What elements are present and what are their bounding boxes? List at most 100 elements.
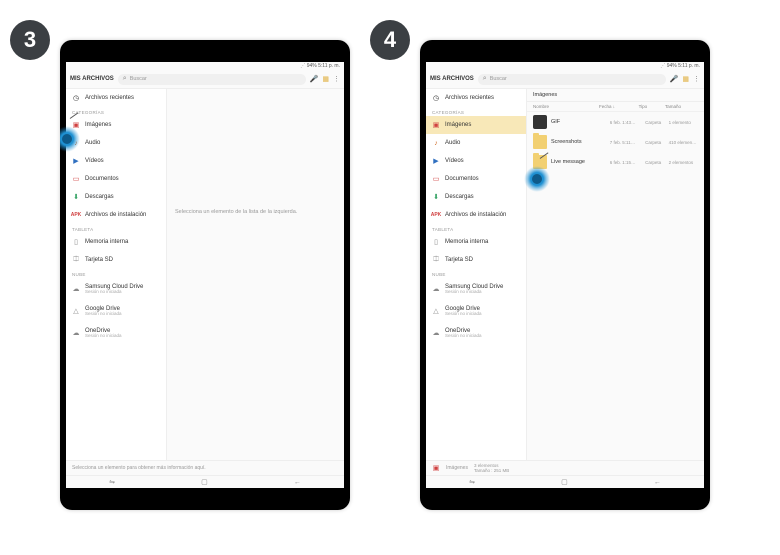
recents-nav-icon[interactable]: ⇋ <box>109 478 115 486</box>
sidebar-item-images[interactable]: ▣ Imágenes <box>426 116 526 134</box>
sidebar-item-google-drive[interactable]: △ Google Drive Sesión no iniciada <box>66 300 166 322</box>
sidebar-item-documents[interactable]: ▭ Documentos <box>66 170 166 188</box>
breadcrumb-label: Imágenes <box>533 92 557 98</box>
sidebar-item-downloads[interactable]: ⬇ Descargas <box>426 188 526 206</box>
row-name: Screenshots <box>551 139 610 145</box>
back-nav-icon[interactable]: ← <box>654 479 661 486</box>
sidebar-label: Documentos <box>445 176 479 182</box>
sidebar-item-videos[interactable]: ▶ Vídeos <box>426 152 526 170</box>
download-icon: ⬇ <box>432 193 440 201</box>
sidebar-item-samsung-cloud[interactable]: ☁ Samsung Cloud Drive Sesión no iniciada <box>426 278 526 300</box>
footer-text: Selecciona un elemento para obtener más … <box>72 465 206 471</box>
search-icon: ⌕ <box>483 75 487 83</box>
sidebar-sublabel: Sesión no iniciada <box>85 311 122 316</box>
clock-icon: ◷ <box>432 94 440 102</box>
apk-icon: APK <box>432 211 440 219</box>
sidebar-header-tablet: TABLETA <box>66 224 166 233</box>
image-icon: ▣ <box>432 121 440 129</box>
sidebar-label: Audio <box>445 140 460 146</box>
empty-state-text: Selecciona un elemento de la lista de la… <box>167 209 344 217</box>
sidebar-label: Descargas <box>445 194 474 200</box>
row-size: 1 elemento <box>669 120 698 125</box>
mic-icon[interactable]: 🎤 <box>310 75 319 83</box>
col-date[interactable]: Fecha ↓ <box>599 104 639 109</box>
sidebar-item-sd[interactable]: ⎅ Tarjeta SD <box>66 251 166 269</box>
folder-row-screenshots[interactable]: Screenshots 7 feb. 5:11… Carpeta 410 ele… <box>527 132 704 152</box>
footer-bar: Selecciona un elemento para obtener más … <box>66 460 344 475</box>
sidebar-label: Archivos de instalación <box>85 212 146 218</box>
sidebar-item-onedrive[interactable]: ☁ OneDrive Sesión no iniciada <box>66 322 166 344</box>
row-date: 7 feb. 5:11… <box>610 140 645 145</box>
back-nav-icon[interactable]: ← <box>294 479 301 486</box>
recents-nav-icon[interactable]: ⇋ <box>469 478 475 486</box>
app-title: MIS ARCHIVOS <box>430 76 474 82</box>
clock-label: 5:11 p. m. <box>318 63 340 69</box>
sidebar-item-google-drive[interactable]: △ Google Drive Sesión no iniciada <box>426 300 526 322</box>
breadcrumb: Imágenes <box>527 89 704 102</box>
col-name[interactable]: Nombre <box>533 104 599 109</box>
sd-icon: ⎅ <box>72 256 80 264</box>
video-icon: ▶ <box>72 157 80 165</box>
sidebar-item-recent[interactable]: ◷ Archivos recientes <box>426 89 526 107</box>
sidebar-item-apk[interactable]: APK Archivos de instalación <box>426 206 526 224</box>
audio-icon: ♪ <box>432 139 440 147</box>
sidebar-header-cloud: NUBE <box>426 269 526 278</box>
sidebar-sublabel: Sesión no iniciada <box>445 289 503 294</box>
sidebar-item-samsung-cloud[interactable]: ☁ Samsung Cloud Drive Sesión no iniciada <box>66 278 166 300</box>
sidebar-item-audio[interactable]: ♪ Audio <box>66 134 166 152</box>
sidebar-sublabel: Sesión no iniciada <box>445 333 482 338</box>
tablet-step-3: ⋰ 94% 5:11 p. m. MIS ARCHIVOS ⌕ Buscar 🎤… <box>60 40 350 510</box>
sidebar-item-internal[interactable]: ▯ Memoria interna <box>426 233 526 251</box>
sidebar-label: Descargas <box>85 194 114 200</box>
sidebar-header-cloud: NUBE <box>66 269 166 278</box>
main-panel: Imágenes Nombre Fecha ↓ Tipo Tamaño GIF … <box>527 89 704 460</box>
sidebar-item-downloads[interactable]: ⬇ Descargas <box>66 188 166 206</box>
step-badge-3: 3 <box>10 20 50 60</box>
footer-label: Imágenes <box>446 465 468 471</box>
folder-row-livemessage[interactable]: Live message 6 feb. 1:15… Carpeta 2 elem… <box>527 152 704 172</box>
nav-bar: ⇋ ▢ ← <box>426 475 704 488</box>
sidebar-item-apk[interactable]: APK Archivos de instalación <box>66 206 166 224</box>
sidebar-label: Archivos recientes <box>445 95 494 101</box>
col-size[interactable]: Tamaño <box>665 104 698 109</box>
search-placeholder: Buscar <box>130 76 147 82</box>
search-input[interactable]: ⌕ Buscar <box>478 74 666 85</box>
status-bar: ⋰ 94% 5:11 p. m. <box>426 62 704 70</box>
tablet-icon: ▯ <box>432 238 440 246</box>
sidebar-label: Imágenes <box>85 122 111 128</box>
app-title: MIS ARCHIVOS <box>70 76 114 82</box>
clock-label: 5:11 p. m. <box>678 63 700 69</box>
home-nav-icon[interactable]: ▢ <box>561 478 568 486</box>
folder-row-gif[interactable]: GIF 6 feb. 1:43… Carpeta 1 elemento <box>527 112 704 132</box>
nav-bar: ⇋ ▢ ← <box>66 475 344 488</box>
more-icon[interactable]: ⋮ <box>693 75 700 83</box>
sidebar-item-recent[interactable]: ◷ Archivos recientes <box>66 89 166 107</box>
sidebar-label: Tarjeta SD <box>445 257 473 263</box>
row-name: Live message <box>551 159 610 165</box>
download-icon: ⬇ <box>72 193 80 201</box>
sidebar-item-images[interactable]: ▣ Imágenes <box>66 116 166 134</box>
sidebar-item-documents[interactable]: ▭ Documentos <box>426 170 526 188</box>
main-panel: Selecciona un elemento de la lista de la… <box>167 89 344 460</box>
mic-icon[interactable]: 🎤 <box>670 75 679 83</box>
grid-icon[interactable]: ▦ <box>322 75 329 83</box>
step-badge-4: 4 <box>370 20 410 60</box>
wifi-icon: ⋰ <box>660 63 665 69</box>
home-nav-icon[interactable]: ▢ <box>201 478 208 486</box>
col-type[interactable]: Tipo <box>639 104 665 109</box>
row-date: 6 feb. 1:15… <box>610 160 645 165</box>
sidebar-item-videos[interactable]: ▶ Vídeos <box>66 152 166 170</box>
sidebar-item-audio[interactable]: ♪ Audio <box>426 134 526 152</box>
sd-icon: ⎅ <box>432 256 440 264</box>
folder-icon <box>533 135 547 149</box>
onedrive-icon: ☁ <box>72 329 80 337</box>
sidebar-item-sd[interactable]: ⎅ Tarjeta SD <box>426 251 526 269</box>
sidebar-label: Documentos <box>85 176 119 182</box>
cloud-icon: ☁ <box>72 285 80 293</box>
sidebar-item-internal[interactable]: ▯ Memoria interna <box>66 233 166 251</box>
row-type: Carpeta <box>645 160 669 165</box>
grid-icon[interactable]: ▦ <box>682 75 689 83</box>
search-input[interactable]: ⌕ Buscar <box>118 74 306 85</box>
sidebar-item-onedrive[interactable]: ☁ OneDrive Sesión no iniciada <box>426 322 526 344</box>
more-icon[interactable]: ⋮ <box>333 75 340 83</box>
